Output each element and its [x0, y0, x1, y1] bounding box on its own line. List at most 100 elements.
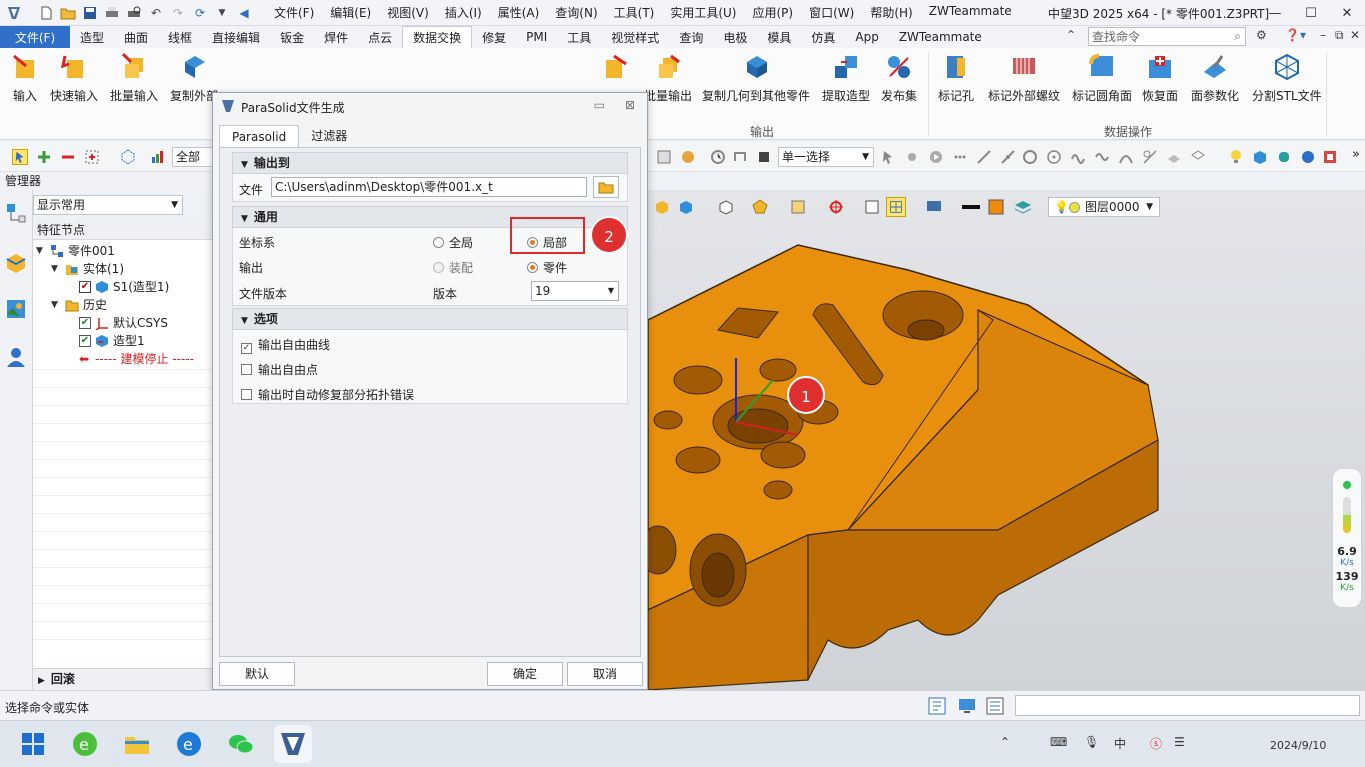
sphere-icon[interactable] [1300, 149, 1316, 165]
publish-set-button[interactable]: 发布集 [881, 52, 917, 104]
tab-filter[interactable]: 过滤器 [299, 125, 359, 147]
chevron-down-icon[interactable]: ▼ [214, 5, 230, 21]
wire-snap-icon[interactable] [1190, 149, 1206, 165]
mark-hole-button[interactable]: 标记孔 [938, 52, 974, 104]
maximize-icon[interactable]: ☐ [1293, 0, 1329, 26]
command-search-input[interactable]: 查找命令 ⌕ [1088, 27, 1246, 46]
rollback-section[interactable]: ▶ 回滚 [33, 668, 213, 688]
arc-snap-icon[interactable] [1118, 149, 1134, 165]
menu-apps[interactable]: 应用(P) [745, 4, 802, 21]
cancel-button[interactable]: 取消 [567, 662, 643, 686]
menu-view[interactable]: 视图(V) [379, 4, 437, 21]
menu-tools[interactable]: 工具(T) [606, 4, 663, 21]
shaded-view-icon[interactable] [678, 199, 694, 215]
doc-close-icon[interactable]: ✕ [1350, 28, 1360, 42]
cylinder-icon[interactable] [1276, 149, 1292, 165]
tweak-icon[interactable] [732, 149, 748, 165]
menu-utilities[interactable]: 实用工具(U) [662, 4, 744, 21]
selection-mode-select[interactable]: 单一选择 ▼ [778, 147, 874, 167]
timer-icon[interactable] [710, 149, 726, 165]
settings-gear-icon[interactable]: ⚙ [1256, 28, 1267, 42]
tree-item-modeling-stop[interactable]: ⬅ ----- 建模停止 ----- [79, 350, 194, 368]
default-button[interactable]: 默认 [219, 662, 295, 686]
visibility-checkbox[interactable]: ✔ [79, 317, 91, 329]
tab-point-cloud[interactable]: 点云 [358, 26, 402, 48]
tab-mold[interactable]: 模具 [757, 26, 801, 48]
tab-pmi[interactable]: PMI [516, 26, 557, 48]
edge-browser-icon[interactable]: e [174, 729, 204, 759]
line-snap-icon[interactable] [976, 149, 992, 165]
back-arrow-icon[interactable]: ◀ [236, 5, 252, 21]
tray-expand-icon[interactable]: ⌃ [1000, 735, 1010, 749]
minimize-icon[interactable]: — [1257, 0, 1293, 26]
tab-simulation[interactable]: 仿真 [801, 26, 845, 48]
redo-icon[interactable]: ↷ [170, 5, 186, 21]
box-select-icon[interactable] [84, 149, 100, 165]
filter-select[interactable]: 全部 [172, 147, 216, 167]
stop-icon[interactable] [756, 149, 772, 165]
command-icon[interactable] [928, 697, 946, 715]
tab-direct-edit[interactable]: 直接编辑 [202, 26, 270, 48]
layout-grid-icon[interactable] [886, 197, 906, 217]
settings-icon[interactable] [1322, 149, 1338, 165]
expand-icon[interactable]: ▶ [38, 676, 45, 686]
mark-thread-button[interactable]: 标记外部螺纹 [988, 52, 1060, 104]
render-mode-icon[interactable] [752, 199, 768, 215]
point-snap-icon[interactable] [952, 149, 968, 165]
tab-tools[interactable]: 工具 [557, 26, 601, 48]
save-icon[interactable] [82, 5, 98, 21]
new-file-icon[interactable] [38, 5, 54, 21]
file-path-input[interactable]: C:\Users\adinm\Desktop\零件001.x_t [271, 177, 587, 197]
tab-wireframe[interactable]: 线框 [158, 26, 202, 48]
menu-query[interactable]: 查询(N) [547, 4, 605, 21]
line-style-icon[interactable] [962, 203, 980, 211]
coord-global-radio[interactable]: 全局 [433, 234, 473, 251]
export-icon-button[interactable] [600, 52, 630, 82]
tab-electrode[interactable]: 电极 [713, 26, 757, 48]
version-select[interactable]: 19 ▼ [531, 281, 619, 301]
wave-snap-icon[interactable] [1094, 149, 1110, 165]
history-tree-icon[interactable] [5, 202, 27, 224]
play-icon[interactable] [928, 149, 944, 165]
list-icon[interactable] [986, 697, 1004, 715]
restore-face-button[interactable]: 恢复面 [1142, 52, 1178, 104]
copy-external-button[interactable]: 复制外部 [170, 52, 218, 104]
tree-item-solids[interactable]: ▼ 实体(1) [51, 260, 124, 278]
mark-fillet-button[interactable]: 标记圆角面 [1072, 52, 1132, 104]
cube-icon[interactable] [1252, 149, 1268, 165]
quick-import-button[interactable]: 快速输入 [50, 52, 98, 104]
import-button[interactable]: 输入 [10, 52, 40, 104]
tab-data-exchange[interactable]: 数据交换 [402, 26, 473, 48]
image-icon[interactable] [680, 149, 696, 165]
collapse-icon[interactable]: ▼ [51, 260, 61, 278]
split-stl-button[interactable]: 分割STL文件 [1252, 52, 1322, 104]
tree-item-history[interactable]: ▼ 历史 [51, 296, 107, 314]
copy-geometry-button[interactable]: 复制几何到其他零件 [702, 52, 810, 104]
undo-icon[interactable]: ↶ [148, 5, 164, 21]
tab-visual-style[interactable]: 视觉样式 [601, 26, 669, 48]
view-manager-icon[interactable] [5, 298, 27, 320]
wire-view-icon[interactable] [718, 199, 734, 215]
option-auto-repair[interactable]: 输出时自动修复部分拓扑错误 [241, 386, 414, 403]
filter-icon[interactable] [150, 149, 166, 165]
curve-snap-icon[interactable] [1070, 149, 1086, 165]
surface-snap-icon[interactable] [1166, 149, 1182, 165]
tree-item-default-csys[interactable]: ✔ 默认CSYS [79, 314, 168, 332]
collapse-icon[interactable]: ▼ [51, 296, 61, 314]
menu-zwteammate[interactable]: ZWTeammate [921, 4, 1020, 21]
tree-item-s1[interactable]: ✔ S1(造型1) [79, 278, 169, 296]
browser-green-icon[interactable]: e [70, 729, 100, 759]
tab-query[interactable]: 查询 [669, 26, 713, 48]
help-icon[interactable]: ❓▾ [1285, 28, 1306, 42]
collapse-ribbon-icon[interactable]: ⌃ [1066, 28, 1076, 42]
tab-zwteammate[interactable]: ZWTeammate [889, 26, 992, 48]
doc-minimize-icon[interactable]: – [1320, 28, 1326, 42]
wifi-icon[interactable]: ☰ [1174, 735, 1185, 749]
layer-select[interactable]: 💡 图层0000 ▼ [1048, 197, 1160, 217]
display-filter-select[interactable]: 显示常用 ▼ [33, 195, 183, 215]
keyboard-icon[interactable]: ⌨ [1050, 735, 1067, 749]
dialog-title-bar[interactable]: ParaSolid文件生成 ▭ ⊠ [213, 93, 647, 121]
print-icon[interactable] [104, 5, 120, 21]
dialog-close-icon[interactable]: ⊠ [625, 98, 635, 112]
tangent-snap-icon[interactable] [1142, 149, 1158, 165]
